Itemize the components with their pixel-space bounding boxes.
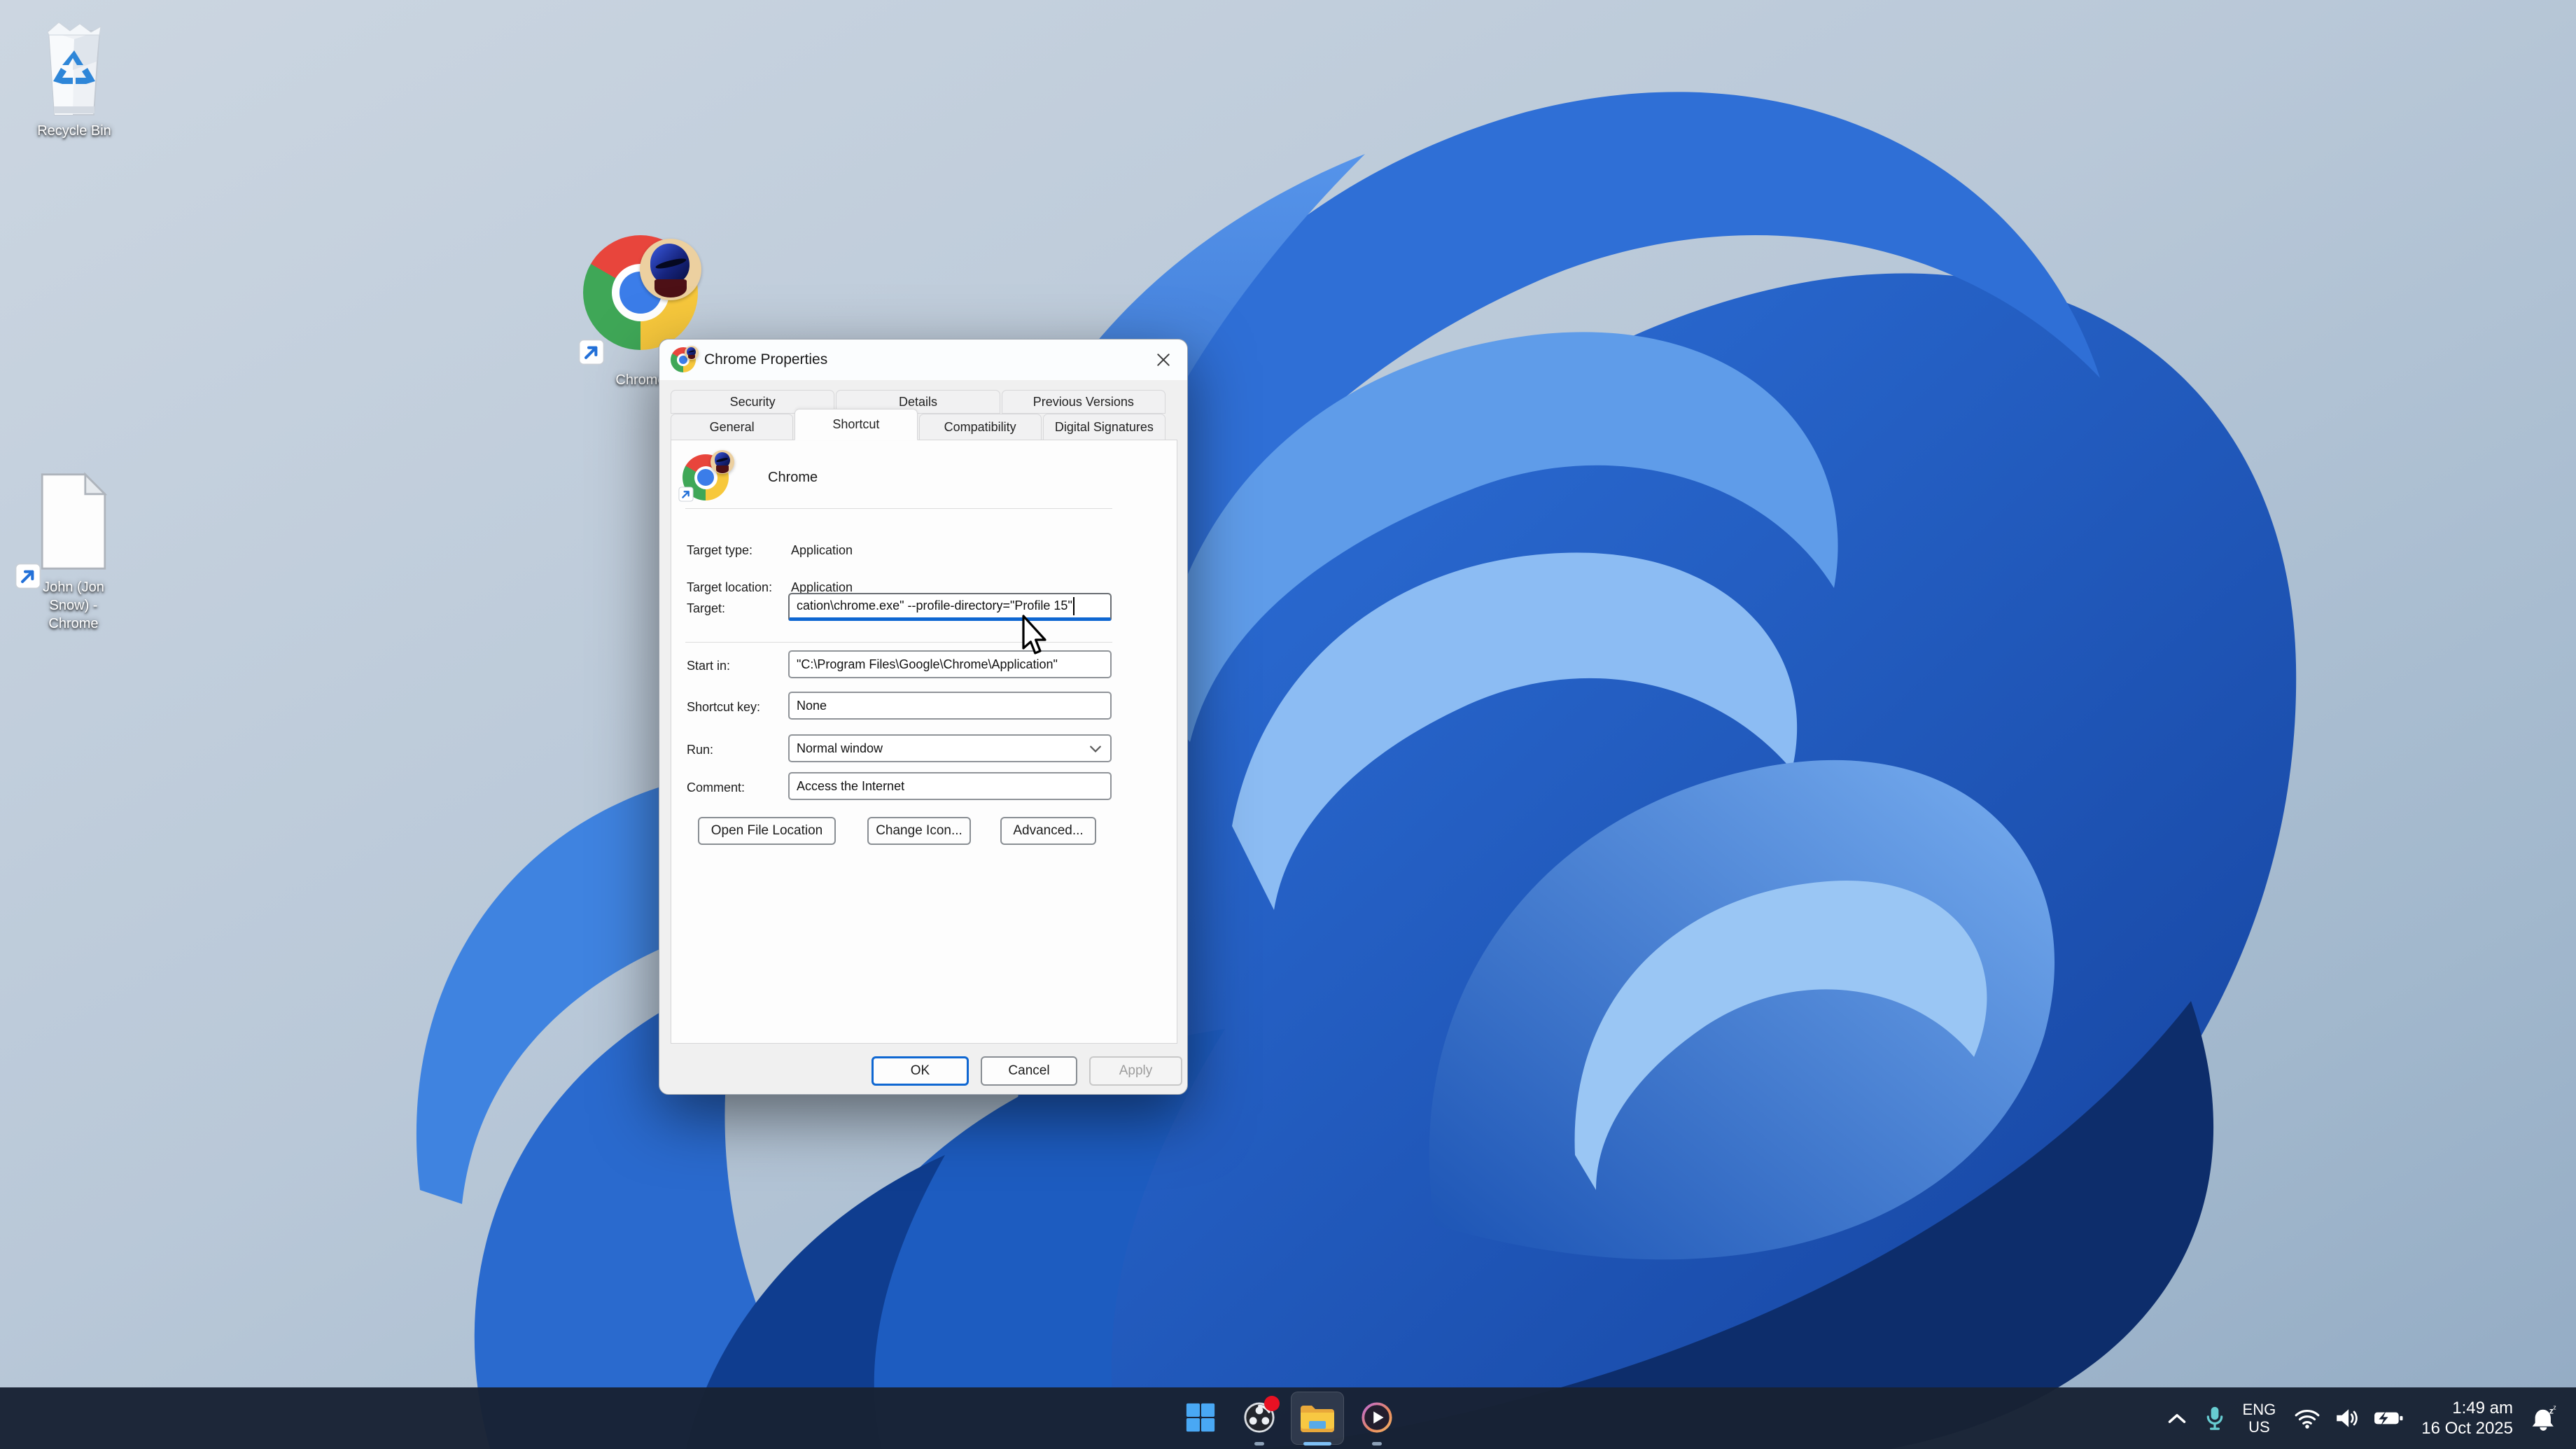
notification-bell-button[interactable]: z z: [2531, 1405, 2558, 1432]
microphone-in-use-button[interactable]: [2205, 1405, 2225, 1432]
file-explorer-button[interactable]: [1291, 1392, 1344, 1445]
tab-digital-signatures[interactable]: Digital Signatures: [1043, 414, 1166, 440]
chrome-properties-dialog: Chrome Properties Security Details Previ…: [659, 339, 1188, 1095]
dialog-title: Chrome Properties: [704, 351, 827, 368]
shortcut-arrow-icon: [678, 486, 694, 502]
open-file-location-button[interactable]: Open File Location: [698, 817, 836, 845]
john-shortcut-label-line2: Chrome: [21, 615, 126, 633]
language-line2: US: [2243, 1418, 2276, 1436]
comment-input[interactable]: [788, 772, 1112, 800]
file-explorer-icon: [1299, 1403, 1336, 1434]
comment-label: Comment:: [687, 780, 745, 795]
helmet-avatar-icon: [650, 244, 690, 284]
shortcut-arrow-icon: [15, 563, 41, 589]
clock[interactable]: 1:49 am 16 Oct 2025: [2421, 1398, 2513, 1438]
chevron-down-icon: [1089, 745, 1102, 753]
language-switcher[interactable]: ENG US: [2243, 1401, 2276, 1436]
target-type-label: Target type:: [687, 543, 752, 558]
tab-general[interactable]: General: [671, 414, 793, 440]
svg-text:z: z: [2553, 1405, 2556, 1411]
advanced-button[interactable]: Advanced...: [1000, 817, 1096, 845]
document-icon: [34, 470, 113, 573]
microphone-icon: [2205, 1405, 2225, 1432]
target-location-label: Target location:: [687, 580, 772, 595]
target-label: Target:: [687, 601, 725, 616]
dialog-chrome-icon: [671, 347, 696, 372]
desktop-icon-recycle-bin[interactable]: Recycle Bin: [25, 20, 123, 140]
shortcut-key-input[interactable]: [788, 692, 1112, 720]
run-label: Run:: [687, 743, 713, 757]
close-icon: [1156, 352, 1171, 368]
start-in-input[interactable]: [788, 650, 1112, 678]
target-type-value: Application: [791, 543, 853, 558]
media-player-button[interactable]: [1361, 1401, 1393, 1434]
chevron-up-icon: [2167, 1413, 2187, 1424]
run-select-value: Normal window: [797, 741, 883, 756]
windows-start-icon: [1184, 1401, 1217, 1434]
dialog-avatar-badge: [685, 346, 699, 360]
target-input-text: cation\chrome.exe" --profile-directory="…: [797, 598, 1072, 613]
battery-charging-icon: [2374, 1409, 2403, 1427]
app-avatar-badge: [710, 450, 734, 474]
quick-settings-button[interactable]: [2294, 1407, 2403, 1429]
app-chrome-icon: [682, 454, 729, 500]
start-button[interactable]: [1184, 1401, 1217, 1434]
target-input[interactable]: cation\chrome.exe" --profile-directory="…: [788, 593, 1112, 621]
app-name: Chrome: [768, 470, 818, 486]
clock-time: 1:49 am: [2421, 1398, 2513, 1418]
profile-avatar-badge: [640, 239, 701, 300]
desktop-wallpaper: [0, 0, 2576, 1449]
system-tray: ENG US 1:49 am 16 Oct 2025: [2167, 1387, 2558, 1449]
recording-indicator-dot: [1264, 1396, 1280, 1411]
separator: [685, 508, 1112, 509]
tab-shortcut[interactable]: Shortcut: [794, 409, 917, 440]
dialog-titlebar: Chrome Properties: [659, 340, 1187, 380]
shortcut-arrow-icon: [578, 339, 605, 365]
media-player-icon: [1361, 1401, 1393, 1434]
wifi-icon: [2294, 1408, 2320, 1429]
start-in-label: Start in:: [687, 659, 730, 673]
close-button[interactable]: [1148, 346, 1179, 373]
run-select[interactable]: Normal window: [788, 734, 1112, 762]
file-explorer-active-indicator: [1303, 1442, 1331, 1446]
notification-bell-dnd-icon: z z: [2531, 1405, 2558, 1432]
cancel-button[interactable]: Cancel: [981, 1056, 1077, 1086]
ok-button[interactable]: OK: [872, 1056, 969, 1086]
shortcut-key-label: Shortcut key:: [687, 700, 760, 715]
text-caret: [1073, 597, 1074, 615]
taskbar: ENG US 1:49 am 16 Oct 2025: [0, 1387, 2576, 1449]
recycle-bin-icon: [38, 20, 111, 122]
language-line1: ENG: [2243, 1401, 2276, 1418]
chrome-shortcut-label: Chrome: [615, 371, 665, 389]
tab-previous-versions[interactable]: Previous Versions: [1002, 390, 1166, 414]
mouse-cursor: [1016, 613, 1047, 657]
apply-button[interactable]: Apply: [1089, 1056, 1182, 1086]
volume-icon: [2334, 1407, 2360, 1429]
obs-running-indicator: [1254, 1442, 1264, 1446]
change-icon-button[interactable]: Change Icon...: [867, 817, 971, 845]
desktop-icon-john-chrome[interactable]: John (Jon Snow) - Chrome: [21, 470, 126, 633]
shortcut-tab-panel: Chrome Target type: Application Target l…: [671, 440, 1177, 1044]
hidden-icons-button[interactable]: [2167, 1413, 2187, 1424]
media-player-running-indicator: [1372, 1442, 1382, 1446]
recycle-bin-label: Recycle Bin: [37, 122, 111, 140]
clock-date: 16 Oct 2025: [2421, 1418, 2513, 1438]
separator: [685, 642, 1112, 643]
tab-compatibility[interactable]: Compatibility: [919, 414, 1042, 440]
